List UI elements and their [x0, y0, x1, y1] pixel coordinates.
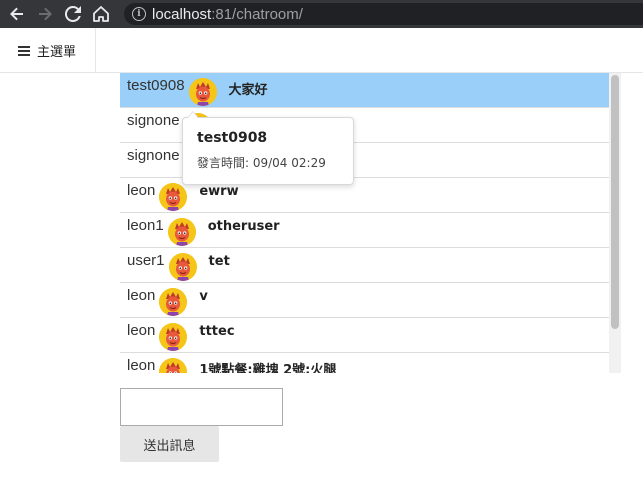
main-menu-label: 主選單 — [37, 45, 77, 60]
tooltip-username: test0908 — [197, 130, 268, 146]
scrollbar-thumb[interactable] — [611, 75, 619, 329]
message-row[interactable]: test0908 大家好 — [120, 73, 621, 108]
message-info-tooltip: test0908 發言時間: 09/04 02:29 — [182, 111, 354, 185]
forward-arrow-icon[interactable] — [34, 3, 56, 25]
message-username: leon — [127, 322, 156, 339]
app-header: 主選單 — [0, 28, 643, 73]
message-row[interactable]: leon tttec — [120, 318, 621, 353]
message-username: leon — [127, 287, 156, 304]
url-text: localhost:81/chatroom/ — [152, 6, 303, 23]
message-text: 大家好 — [228, 83, 268, 98]
message-input[interactable] — [120, 388, 283, 426]
message-text: otheruser — [207, 219, 280, 234]
message-username: signone — [127, 147, 180, 164]
message-row[interactable]: leon 1號點餐:雞塊 2號:火腿 — [120, 353, 621, 373]
message-username: leon1 — [127, 217, 164, 234]
user-avatar-icon — [159, 183, 188, 211]
user-avatar-icon — [159, 288, 188, 316]
main-menu-button[interactable]: 主選單 — [0, 28, 96, 73]
message-row[interactable]: leon v — [120, 283, 621, 318]
browser-toolbar: i localhost:81/chatroom/ — [0, 0, 643, 28]
message-username: leon — [127, 357, 156, 373]
home-icon[interactable] — [90, 3, 112, 25]
tooltip-timestamp: 發言時間: 09/04 02:29 — [197, 156, 326, 170]
url-path: :81/chatroom/ — [211, 5, 303, 23]
chat-scrollbar[interactable] — [609, 73, 621, 373]
message-text: v — [199, 289, 208, 304]
site-info-icon[interactable]: i — [132, 7, 146, 21]
message-text: 1號點餐:雞塊 2號:火腿 — [199, 363, 337, 373]
hamburger-icon — [18, 45, 30, 56]
send-message-button[interactable]: 送出訊息 — [120, 426, 219, 462]
user-avatar-icon — [159, 358, 188, 373]
message-username: signone — [127, 112, 180, 129]
user-avatar-icon — [167, 218, 196, 246]
message-username: test0908 — [127, 77, 185, 94]
message-row[interactable]: user1 tet — [120, 248, 621, 283]
user-avatar-icon — [159, 323, 188, 351]
address-bar[interactable]: i localhost:81/chatroom/ — [124, 3, 643, 25]
reload-icon[interactable] — [62, 3, 84, 25]
message-username: leon — [127, 182, 156, 199]
user-avatar-icon — [188, 78, 217, 106]
message-username: user1 — [127, 252, 165, 269]
url-host: localhost — [152, 5, 212, 23]
back-arrow-icon[interactable] — [6, 3, 28, 25]
message-text: tttec — [199, 324, 235, 339]
message-text: tet — [208, 254, 230, 269]
user-avatar-icon — [168, 253, 197, 281]
message-row[interactable]: leon1 otheruser — [120, 213, 621, 248]
